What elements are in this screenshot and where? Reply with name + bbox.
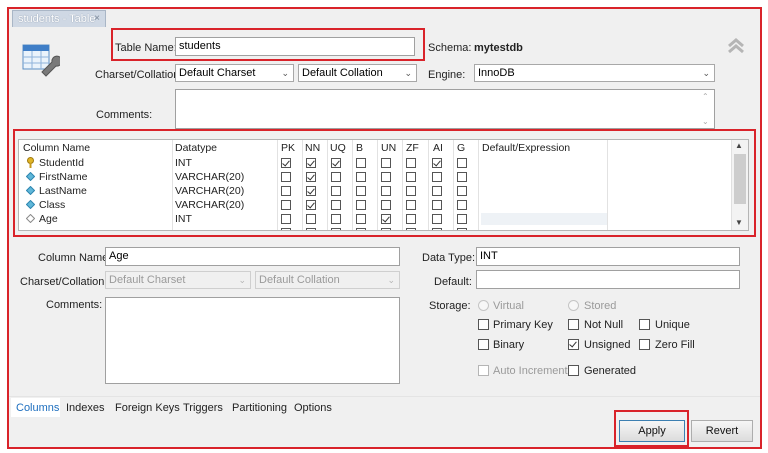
auto-increment-checkbox <box>478 365 489 376</box>
engine-label: Engine: <box>428 69 465 81</box>
revert-button[interactable]: Revert <box>691 420 753 442</box>
data-type-label: Data Type: <box>422 252 475 264</box>
column-comments-input[interactable] <box>105 297 400 384</box>
document-tab-title: students - Table <box>18 13 95 25</box>
detail-charset-select: Default Charset ⌄ <box>105 271 251 289</box>
tab-indexes[interactable]: Indexes <box>66 402 105 414</box>
binary-checkbox[interactable] <box>478 339 489 350</box>
detail-charset-value: Default Charset <box>109 274 185 286</box>
schema-value: mytestdb <box>474 42 523 54</box>
apply-highlight <box>614 410 689 447</box>
unsigned-checkbox[interactable] <box>568 339 579 350</box>
virtual-label: Virtual <box>493 300 524 312</box>
default-input[interactable] <box>476 270 740 289</box>
engine-select[interactable]: InnoDB ⌄ <box>474 64 715 82</box>
chevron-down-icon: ⌄ <box>238 273 246 287</box>
collation-select[interactable]: Default Collation ⌄ <box>298 64 417 82</box>
scroll-down-icon[interactable]: ⌄ <box>702 117 709 126</box>
binary-label: Binary <box>493 339 524 351</box>
chevron-down-icon: ⌄ <box>387 273 395 287</box>
schema-label: Schema: <box>428 42 471 54</box>
generated-checkbox[interactable] <box>568 365 579 376</box>
chevron-down-icon: ⌄ <box>281 66 289 80</box>
detail-collation-value: Default Collation <box>259 274 340 286</box>
chevron-down-icon: ⌄ <box>404 66 412 80</box>
stored-label: Stored <box>584 300 616 312</box>
chevron-down-icon: ⌄ <box>702 66 710 80</box>
unsigned-label: Unsigned <box>584 339 630 351</box>
tab-partitioning[interactable]: Partitioning <box>232 402 287 414</box>
tab-strip <box>9 9 760 26</box>
unique-checkbox[interactable] <box>639 319 650 330</box>
zero-fill-checkbox[interactable] <box>639 339 650 350</box>
collapse-icon[interactable] <box>727 37 745 55</box>
column-name-input[interactable]: Age <box>105 247 400 266</box>
detail-collation-select: Default Collation ⌄ <box>255 271 400 289</box>
document-tab[interactable]: students - Table × <box>12 10 106 27</box>
not-null-checkbox[interactable] <box>568 319 579 330</box>
detail-comments-label: Comments: <box>46 299 102 311</box>
zero-fill-label: Zero Fill <box>655 339 695 351</box>
stored-radio <box>568 300 579 311</box>
table-wrench-icon <box>22 42 60 78</box>
tab-options[interactable]: Options <box>294 402 332 414</box>
tab-triggers[interactable]: Triggers <box>183 402 223 414</box>
tab-foreign-keys[interactable]: Foreign Keys <box>115 402 180 414</box>
table-name-highlight <box>111 28 425 61</box>
charset-select[interactable]: Default Charset ⌄ <box>175 64 294 82</box>
storage-label: Storage: <box>429 300 471 312</box>
unique-label: Unique <box>655 319 690 331</box>
collation-value: Default Collation <box>302 67 383 79</box>
scroll-up-icon[interactable]: ⌃ <box>702 92 709 101</box>
data-type-input[interactable]: INT <box>476 247 740 266</box>
table-comments-input[interactable] <box>175 89 715 129</box>
charset-value: Default Charset <box>179 67 255 79</box>
primary-key-checkbox[interactable] <box>478 319 489 330</box>
generated-label: Generated <box>584 365 636 377</box>
engine-value: InnoDB <box>478 67 515 79</box>
default-label: Default: <box>434 276 472 288</box>
charset-label: Charset/Collation: <box>95 69 182 81</box>
detail-charset-label: Charset/Collation: <box>20 276 107 288</box>
close-icon[interactable]: × <box>94 11 100 27</box>
column-name-label: Column Name: <box>38 252 111 264</box>
auto-increment-label: Auto Increment <box>493 365 568 377</box>
columns-grid-highlight <box>13 129 756 237</box>
primary-key-label: Primary Key <box>493 319 553 331</box>
comments-label: Comments: <box>96 109 152 121</box>
not-null-label: Not Null <box>584 319 623 331</box>
tab-columns[interactable]: Columns <box>16 402 59 414</box>
virtual-radio <box>478 300 489 311</box>
